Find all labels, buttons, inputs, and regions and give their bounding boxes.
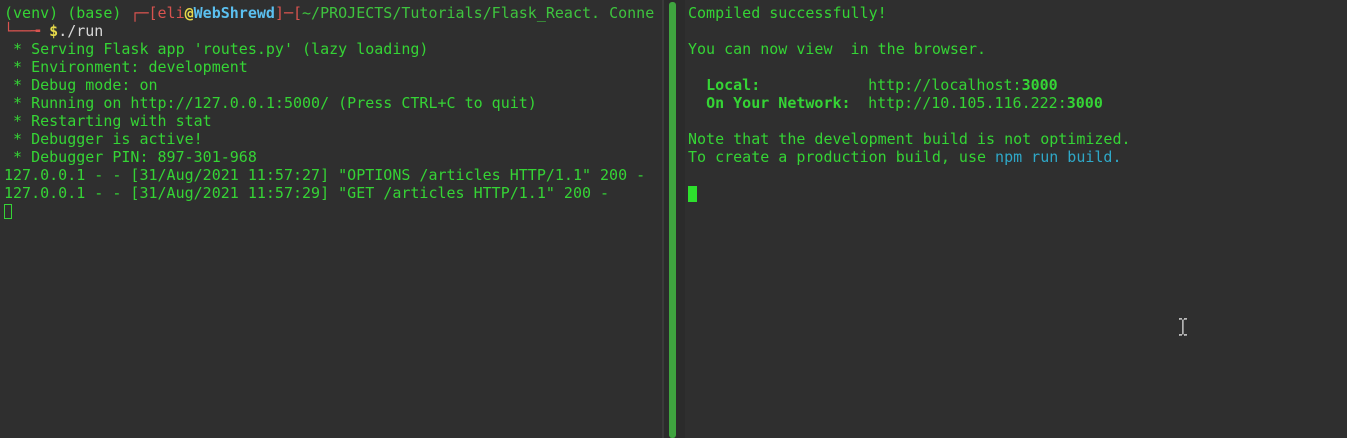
output-line: * Restarting with stat — [4, 112, 212, 130]
prompt-dollar: $ — [49, 22, 59, 40]
prompt-command: ./run — [58, 22, 104, 40]
view-message: You can now view in the browser. — [688, 40, 987, 58]
prompt-path: ~/PROJECTS/Tutorials/Flask_React. Conne — [302, 4, 655, 22]
network-url: http://10.105.116.222: — [868, 94, 1067, 112]
network-port: 3000 — [1066, 94, 1103, 112]
compiled-message: Compiled successfully! — [688, 4, 887, 22]
output-line: * Serving Flask app 'routes.py' (lazy lo… — [4, 40, 429, 58]
prompt-env: (venv) (base) — [4, 4, 131, 22]
output-line: 127.0.0.1 - - [31/Aug/2021 11:57:29] "GE… — [4, 184, 610, 202]
output-line: * Environment: development — [4, 58, 248, 76]
network-label: On Your Network: — [706, 94, 851, 112]
prompt-line-1: (venv) (base) ┌─[eli@WebShrewd]─[~/PROJE… — [4, 4, 662, 22]
note-message: Note that the development build is not o… — [688, 130, 1131, 148]
prompt-line2-prefix: └──╼ — [4, 22, 50, 40]
cursor-line — [688, 184, 1347, 202]
prod-command: npm run build — [995, 148, 1113, 166]
prod-prefix: To create a production build, use — [688, 148, 996, 166]
local-label: Local: — [706, 76, 761, 94]
prompt-host: WebShrewd — [193, 4, 275, 22]
terminal-cursor — [4, 204, 12, 219]
pane-divider-edge — [662, 0, 664, 438]
local-port: 3000 — [1021, 76, 1058, 94]
terminal-window: (venv) (base) ┌─[eli@WebShrewd]─[~/PROJE… — [0, 0, 1347, 438]
output-line: 127.0.0.1 - - [31/Aug/2021 11:57:27] "OP… — [4, 166, 646, 184]
prompt-bracket-open: ┌─[ — [130, 4, 158, 22]
cursor-line — [4, 202, 662, 220]
local-url-line: Local: http://localhost:3000 — [688, 76, 1347, 94]
prompt-bracket-mid: ]─[ — [274, 4, 303, 22]
react-terminal-pane[interactable]: Compiled successfully! You can now view … — [685, 0, 1347, 438]
terminal-cursor — [688, 185, 697, 202]
pane-scrollbar[interactable] — [669, 2, 676, 438]
prompt-at: @ — [184, 4, 194, 22]
prod-suffix: . — [1112, 148, 1122, 166]
output-line: * Debugger PIN: 897-301-968 — [4, 148, 257, 166]
local-url: http://localhost: — [868, 76, 1022, 94]
flask-terminal-pane[interactable]: (venv) (base) ┌─[eli@WebShrewd]─[~/PROJE… — [0, 0, 662, 438]
prompt-line-2: └──╼ $./run — [4, 22, 662, 40]
prod-build-line: To create a production build, use npm ru… — [688, 148, 1347, 166]
output-line: * Debug mode: on — [4, 76, 158, 94]
output-line: * Running on http://127.0.0.1:5000/ (Pre… — [4, 94, 537, 112]
output-line: * Debugger is active! — [4, 130, 203, 148]
network-url-line: On Your Network: http://10.105.116.222:30… — [688, 94, 1347, 112]
i-beam-cursor-icon — [1179, 318, 1188, 336]
prompt-user: eli — [157, 4, 185, 22]
